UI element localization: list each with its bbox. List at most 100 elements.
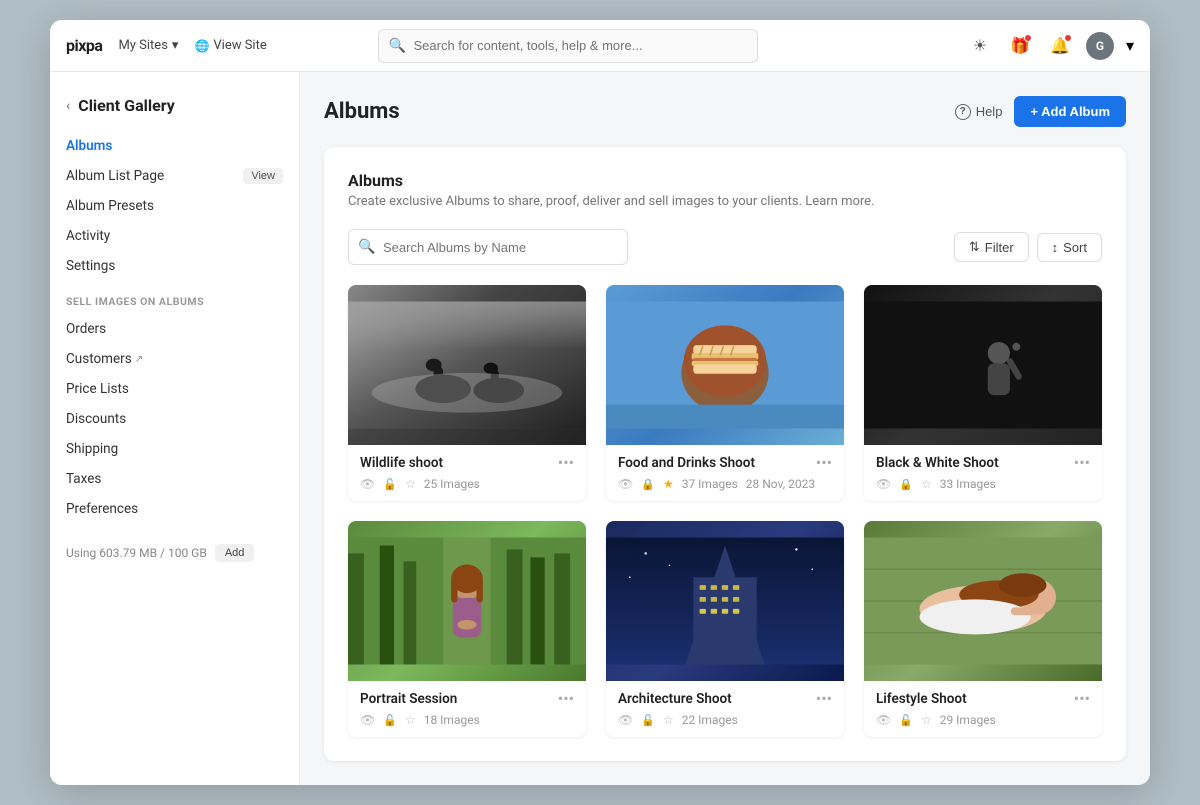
sidebar-item-customers-label: Customers [66, 351, 132, 367]
filter-button[interactable]: ⇅ Filter [954, 232, 1029, 262]
album-info-3: Black & White Shoot ••• 👁 🔒 ☆ 33 Images [864, 445, 1102, 501]
sidebar-item-albums[interactable]: Albums [50, 131, 299, 161]
gift-icon[interactable]: 🎁 [1006, 32, 1034, 60]
sidebar-item-preferences[interactable]: Preferences [50, 494, 299, 524]
sidebar-item-album-presets[interactable]: Album Presets [50, 191, 299, 221]
star-icon-2[interactable]: ★ [663, 477, 674, 491]
storage-add-button[interactable]: Add [215, 544, 255, 562]
lock-icon-placeholder-5: 🔓 [641, 714, 655, 727]
sort-label: Sort [1063, 240, 1087, 255]
global-search: 🔍 [378, 29, 758, 63]
star-icon-6[interactable]: ☆ [921, 713, 932, 727]
album-search-input[interactable] [348, 229, 628, 265]
sidebar-item-taxes[interactable]: Taxes [50, 464, 299, 494]
logo: pixpa [66, 36, 102, 55]
view-site-label: View Site [213, 38, 266, 53]
sidebar-item-price-lists[interactable]: Price Lists [50, 374, 299, 404]
sidebar-item-settings-label: Settings [66, 258, 115, 274]
album-more-button-2[interactable]: ••• [816, 455, 832, 471]
album-thumb-6[interactable] [864, 521, 1102, 681]
album-card-3: Black & White Shoot ••• 👁 🔒 ☆ 33 Images [864, 285, 1102, 501]
album-more-button-6[interactable]: ••• [1074, 691, 1090, 707]
eye-icon-6: 👁 [876, 713, 891, 727]
album-name-4: Portrait Session [360, 691, 457, 707]
sidebar-item-settings[interactable]: Settings [50, 251, 299, 281]
album-card-1: Wildlife shoot ••• 👁 🔓 ☆ 25 Images [348, 285, 586, 501]
album-card-6: Lifestyle Shoot ••• 👁 🔓 ☆ 29 Images [864, 521, 1102, 737]
album-search: 🔍 [348, 229, 628, 265]
sidebar-item-discounts[interactable]: Discounts [50, 404, 299, 434]
star-icon-5[interactable]: ☆ [663, 713, 674, 727]
sidebar-item-price-lists-label: Price Lists [66, 381, 129, 397]
sidebar-item-activity-label: Activity [66, 228, 110, 244]
page-title: Albums [324, 99, 400, 124]
sidebar-back-button[interactable]: ‹ Client Gallery [50, 88, 299, 131]
view-site-button[interactable]: 🌐 View Site [194, 38, 266, 53]
nav-right-icons: ☀ 🎁 🔔 G ▾ [966, 32, 1134, 60]
star-icon-1[interactable]: ☆ [405, 477, 416, 491]
sidebar-item-orders[interactable]: Orders [50, 314, 299, 344]
lock-icon-2: 🔒 [641, 478, 655, 491]
gift-badge [1024, 34, 1032, 42]
back-icon: ‹ [66, 98, 70, 114]
sun-icon[interactable]: ☀ [966, 32, 994, 60]
album-info-top-5: Architecture Shoot ••• [618, 691, 832, 707]
help-button[interactable]: ? Help [955, 104, 1003, 120]
content-area: Albums ? Help + Add Album Albums Create … [300, 72, 1150, 785]
album-more-button-4[interactable]: ••• [558, 691, 574, 707]
album-name-5: Architecture Shoot [618, 691, 732, 707]
sidebar-item-activity[interactable]: Activity [50, 221, 299, 251]
my-sites-button[interactable]: My Sites ▾ [118, 38, 178, 53]
lock-icon-placeholder-1: 🔓 [383, 478, 397, 491]
album-name-6: Lifestyle Shoot [876, 691, 967, 707]
search-input[interactable] [378, 29, 758, 63]
album-more-button-1[interactable]: ••• [558, 455, 574, 471]
album-count-4: 18 Images [424, 713, 480, 727]
panel-description: Create exclusive Albums to share, proof,… [348, 194, 1102, 209]
eye-icon-4: 👁 [360, 713, 375, 727]
star-icon-4[interactable]: ☆ [405, 713, 416, 727]
sidebar-title: Client Gallery [78, 96, 175, 115]
browser-window: pixpa My Sites ▾ 🌐 View Site 🔍 ☀ 🎁 🔔 G ▾ [50, 20, 1150, 785]
album-list-view-button[interactable]: View [243, 168, 283, 184]
album-thumb-2[interactable] [606, 285, 844, 445]
sidebar-item-customers[interactable]: Customers ↗ [50, 344, 299, 374]
album-thumb-3[interactable] [864, 285, 1102, 445]
album-info-5: Architecture Shoot ••• 👁 🔓 ☆ 22 Images [606, 681, 844, 737]
help-icon: ? [955, 104, 971, 120]
eye-icon-3: 👁 [876, 477, 891, 491]
lock-icon-placeholder-4: 🔓 [383, 714, 397, 727]
album-name-3: Black & White Shoot [876, 455, 999, 471]
album-thumb-1[interactable] [348, 285, 586, 445]
album-grid: Wildlife shoot ••• 👁 🔓 ☆ 25 Images [348, 285, 1102, 737]
album-card-5: Architecture Shoot ••• 👁 🔓 ☆ 22 Images [606, 521, 844, 737]
album-thumb-5[interactable] [606, 521, 844, 681]
album-info-top-6: Lifestyle Shoot ••• [876, 691, 1090, 707]
album-search-icon: 🔍 [358, 239, 375, 255]
album-info-top-2: Food and Drinks Shoot ••• [618, 455, 832, 471]
sort-button[interactable]: ↕ Sort [1037, 233, 1102, 262]
my-sites-label: My Sites [118, 38, 167, 53]
album-more-button-5[interactable]: ••• [816, 691, 832, 707]
album-thumb-4[interactable] [348, 521, 586, 681]
sidebar-item-album-presets-label: Album Presets [66, 198, 154, 214]
sidebar-customers-link: Customers ↗ [66, 351, 143, 367]
sell-section-label: SELL IMAGES ON ALBUMS [50, 281, 299, 314]
filter-icon: ⇅ [969, 239, 980, 255]
sidebar-item-preferences-label: Preferences [66, 501, 138, 517]
lock-icon-3: 🔒 [899, 478, 913, 491]
sidebar-item-album-list-page[interactable]: Album List Page View [50, 161, 299, 191]
plus-icon: + Add Album [1030, 104, 1110, 119]
album-info-1: Wildlife shoot ••• 👁 🔓 ☆ 25 Images [348, 445, 586, 501]
bell-badge [1064, 34, 1072, 42]
album-more-button-3[interactable]: ••• [1074, 455, 1090, 471]
sidebar-item-shipping[interactable]: Shipping [50, 434, 299, 464]
eye-icon-5: 👁 [618, 713, 633, 727]
star-icon-3[interactable]: ☆ [921, 477, 932, 491]
sidebar-item-taxes-label: Taxes [66, 471, 101, 487]
bell-icon[interactable]: 🔔 [1046, 32, 1074, 60]
add-album-button[interactable]: + Add Album [1014, 96, 1126, 127]
avatar[interactable]: G [1086, 32, 1114, 60]
search-icon: 🔍 [388, 38, 405, 54]
album-info-4: Portrait Session ••• 👁 🔓 ☆ 18 Images [348, 681, 586, 737]
